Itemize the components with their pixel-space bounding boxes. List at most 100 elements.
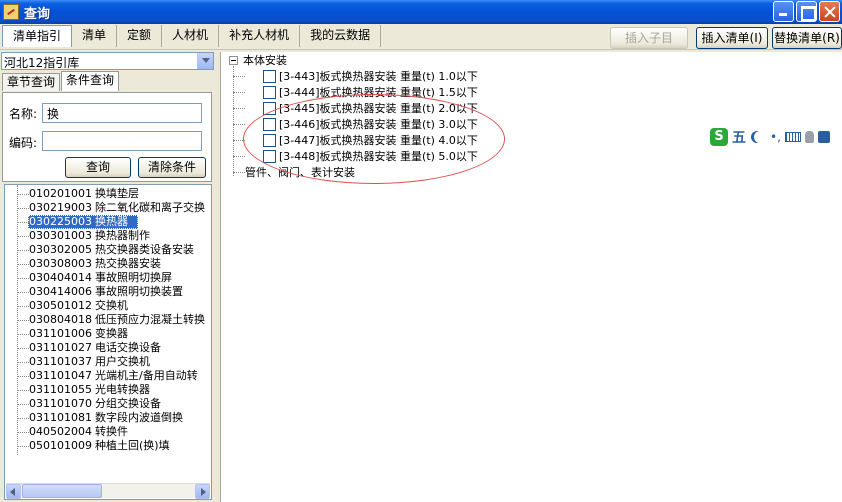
list-item[interactable]: 030301003 换热器制作 (5, 229, 211, 243)
list-item[interactable]: 030219003 除二氧化碳和离子交换 (5, 201, 211, 215)
ime-toolbar[interactable]: S 五 •, (710, 127, 834, 147)
item-name: 电话交换设备 (95, 341, 161, 354)
list-item[interactable]: 030225003 换热器 (5, 215, 211, 229)
item-code: 030404014 (29, 271, 92, 284)
maximize-button[interactable] (796, 1, 817, 22)
item-code: 031101081 (29, 411, 92, 424)
item-name: 光电转换器 (95, 383, 150, 396)
list-item[interactable]: 040502004 转换件 (5, 425, 211, 439)
item-code: 030225003 (29, 215, 92, 228)
item-name: 交换机 (95, 299, 128, 312)
window-title: 查询 (24, 6, 51, 22)
entry-checkbox[interactable] (263, 86, 276, 99)
list-item[interactable]: 030308003 热交换器安装 (5, 257, 211, 271)
close-button[interactable] (819, 1, 840, 22)
keyboard-icon[interactable] (784, 132, 801, 142)
annotation-circle (243, 94, 505, 184)
list-item[interactable]: 050101009 种植土回(换)填 (5, 439, 211, 453)
item-name: 换热器制作 (95, 229, 150, 242)
collapse-icon[interactable] (229, 56, 238, 65)
list-item[interactable]: 030804018 低压预应力混凝土转换 (5, 313, 211, 327)
insert-child-button[interactable]: 插入子目 (610, 27, 688, 49)
code-label: 编码: (9, 136, 38, 150)
list-item[interactable]: 031101047 光端机主/备用自动转 (5, 369, 211, 383)
item-name: 换热器 (95, 215, 128, 228)
name-input[interactable]: 换 (42, 103, 202, 123)
tab-list-guide[interactable]: 清单指引 (2, 25, 73, 47)
item-code: 030501012 (29, 299, 92, 312)
tab-labor-material[interactable]: 人材机 (162, 25, 220, 47)
app-icon (3, 4, 19, 20)
item-code: 031101070 (29, 397, 92, 410)
item-code: 030301003 (29, 229, 92, 242)
punctuation-icon[interactable]: •, (770, 130, 781, 144)
tab-chapter-query[interactable]: 章节查询 (2, 73, 61, 91)
chevron-down-icon[interactable] (197, 53, 213, 69)
entry-checkbox[interactable] (263, 70, 276, 83)
clear-conditions-button[interactable]: 清除条件 (138, 157, 206, 178)
code-input[interactable] (42, 131, 202, 151)
results-list[interactable]: 010201001 换填垫层 030219003 除二氧化碳和离子交换 03022500… (4, 184, 212, 500)
tab-supplement[interactable]: 补充人材机 (219, 25, 301, 47)
list-item[interactable]: 030404014 事故照明切换屏 (5, 271, 211, 285)
item-code: 031101037 (29, 355, 92, 368)
item-code: 031101027 (29, 341, 92, 354)
group-body-install[interactable]: 本体安装 (243, 54, 287, 68)
item-name: 分组交换设备 (95, 397, 161, 410)
tab-cloud-data[interactable]: 我的云数据 (300, 25, 382, 47)
item-code: 030219003 (29, 201, 92, 214)
library-select[interactable]: 河北12指引库 (1, 52, 214, 70)
item-name: 除二氧化碳和离子交换 (95, 201, 205, 214)
list-item[interactable]: 031101081 数字段内波道倒换 (5, 411, 211, 425)
horizontal-scrollbar[interactable] (6, 483, 210, 499)
insert-list-button[interactable]: 插入清单(I) (696, 27, 768, 49)
item-code: 030302005 (29, 243, 92, 256)
tab-list[interactable]: 清单 (72, 25, 118, 47)
item-name: 数字段内波道倒换 (95, 411, 183, 424)
query-button[interactable]: 查询 (65, 157, 131, 178)
item-name: 变换器 (95, 327, 128, 340)
item-code: 031101006 (29, 327, 92, 340)
item-name: 事故照明切换装置 (95, 285, 183, 298)
item-code: 031101055 (29, 383, 92, 396)
left-pane: 河北12指引库 章节查询 条件查询 名称: 换 编码: 查询 清除条件 0102… (0, 50, 216, 502)
item-name: 事故照明切换屏 (95, 271, 172, 284)
scroll-right-icon[interactable] (195, 484, 210, 499)
item-code: 030414006 (29, 285, 92, 298)
list-item[interactable]: 031101027 电话交换设备 (5, 341, 211, 355)
list-item[interactable]: 010201001 换填垫层 (5, 187, 211, 201)
list-item[interactable]: 030414006 事故照明切换装置 (5, 285, 211, 299)
list-item[interactable]: 031101006 变换器 (5, 327, 211, 341)
list-item[interactable]: 031101070 分组交换设备 (5, 397, 211, 411)
skin-icon[interactable] (817, 131, 830, 143)
scroll-left-icon[interactable] (6, 484, 21, 499)
item-name: 热交换器安装 (95, 257, 161, 270)
right-pane: 本体安装 [3-443]板式换热器安装 重量(t) 1.0以下 [3-444]板式… (220, 52, 842, 502)
item-code: 030308003 (29, 257, 92, 270)
item-name: 转换件 (95, 425, 128, 438)
list-item[interactable]: 030302005 热交换器类设备安装 (5, 243, 211, 257)
item-code: 010201001 (29, 187, 92, 200)
list-item[interactable]: 030501012 交换机 (5, 299, 211, 313)
item-name: 种植土回(换)填 (95, 439, 170, 452)
replace-list-button[interactable]: 替换清单(R) (772, 27, 842, 49)
library-select-value: 河北12指引库 (4, 56, 80, 70)
minimize-button[interactable] (773, 1, 794, 22)
item-name: 换填垫层 (95, 187, 139, 200)
moon-icon[interactable] (754, 131, 766, 143)
user-icon[interactable] (804, 131, 814, 143)
quota-entry[interactable]: [3-443]板式换热器安装 重量(t) 1.0以下 (279, 70, 478, 84)
name-label: 名称: (9, 107, 38, 121)
ime-mode[interactable]: 五 (732, 127, 746, 147)
item-code: 050101009 (29, 439, 92, 452)
tab-quota[interactable]: 定额 (117, 25, 163, 47)
scroll-thumb[interactable] (22, 484, 102, 498)
list-item[interactable]: 031101037 用户交换机 (5, 355, 211, 369)
tab-condition-query[interactable]: 条件查询 (61, 71, 120, 91)
list-item[interactable]: 031101055 光电转换器 (5, 383, 211, 397)
sogou-icon[interactable]: S (710, 128, 728, 146)
item-code: 030804018 (29, 313, 92, 326)
item-name: 低压预应力混凝土转换 (95, 313, 205, 326)
item-name: 用户交换机 (95, 355, 150, 368)
toolbar: 清单指引 清单 定额 人材机 补充人材机 我的云数据 插入子目 插入清单(I) … (0, 24, 842, 50)
